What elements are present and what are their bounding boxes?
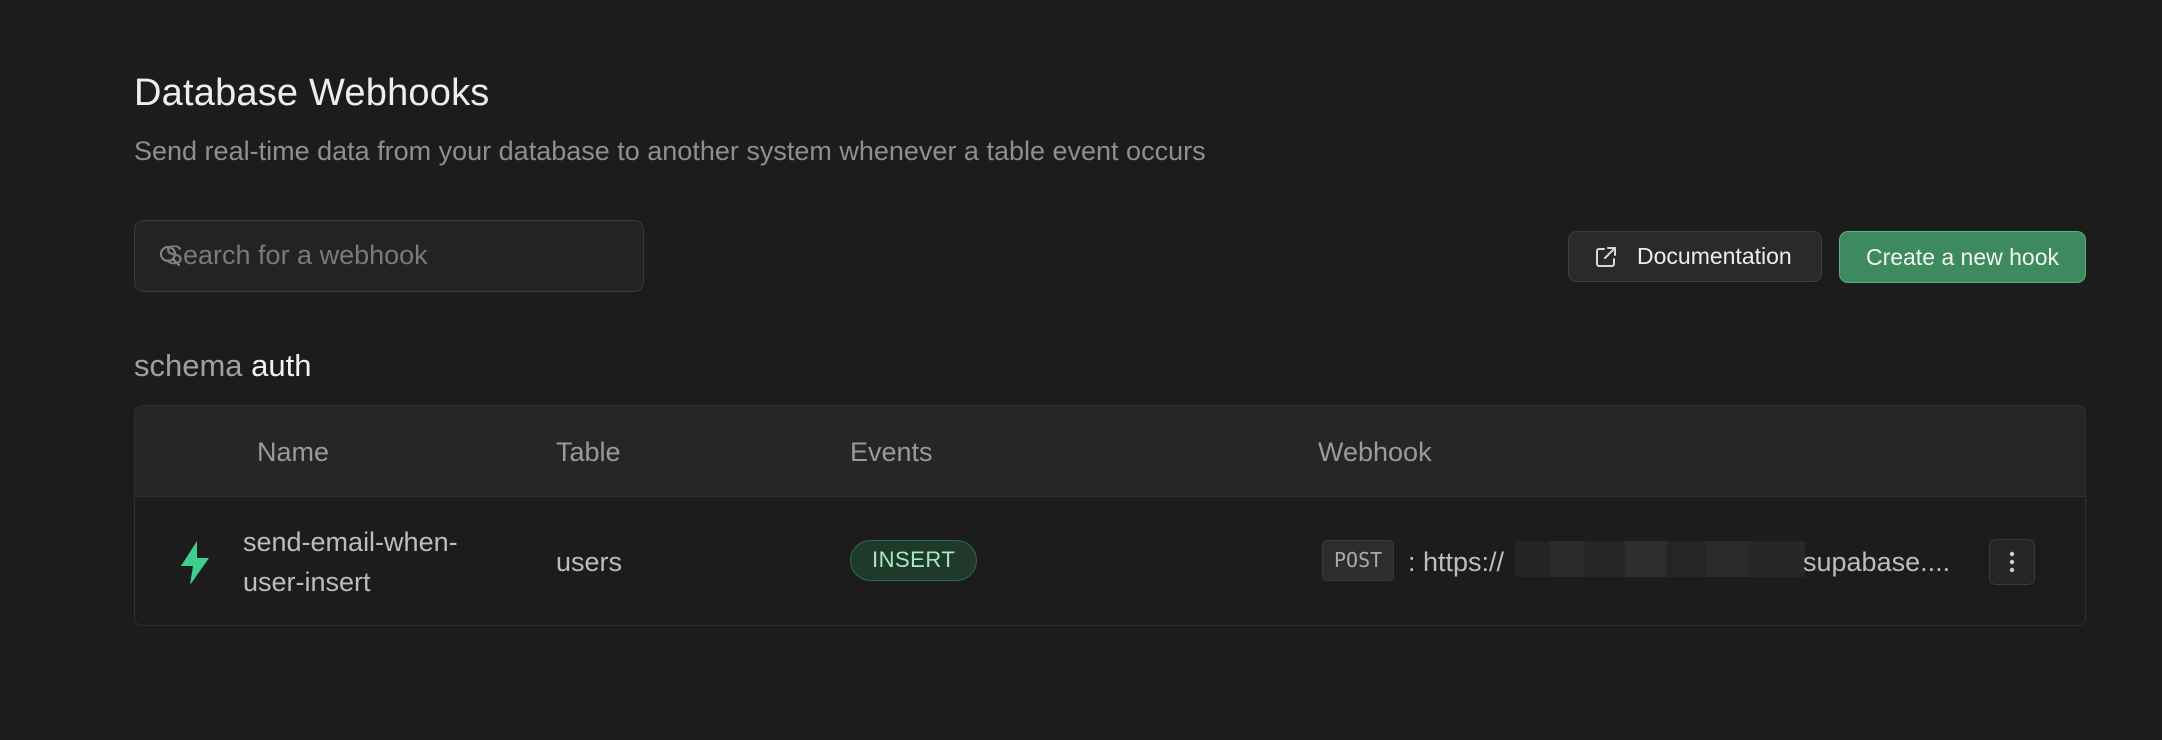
schema-name: auth	[251, 348, 312, 383]
create-hook-button[interactable]: Create a new hook	[1839, 231, 2086, 283]
column-header-webhook: Webhook	[1318, 437, 1432, 467]
search-input[interactable]	[165, 221, 625, 289]
bolt-icon	[181, 541, 209, 585]
column-header-events: Events	[850, 437, 933, 467]
webhook-name-line-1: send-email-when-	[243, 527, 458, 557]
table-header: Name Table Events Webhook	[135, 406, 2085, 497]
search-box[interactable]	[134, 220, 644, 292]
webhook-url-suffix: supabase....	[1803, 547, 1951, 577]
column-header-name: Name	[257, 437, 330, 467]
schema-heading: schema auth	[134, 348, 312, 384]
webhooks-table: Name Table Events Webhook send-email-whe…	[134, 405, 2086, 626]
webhooks-page: Database Webhooks Send real-time data fr…	[0, 0, 2162, 740]
redacted-url-segment	[1515, 541, 1805, 577]
webhook-name-line-2: user-insert	[243, 567, 371, 597]
webhook-name: send-email-when- user-insert	[243, 522, 503, 602]
column-header-table: Table	[556, 437, 621, 467]
schema-prefix: schema	[134, 348, 243, 383]
create-hook-label: Create a new hook	[1865, 243, 2060, 270]
page-subtitle: Send real-time data from your database t…	[134, 136, 1206, 166]
table-row[interactable]: send-email-when- user-insert users INSER…	[135, 497, 2085, 625]
http-method-badge: POST	[1322, 540, 1395, 581]
webhook-url-prefix: : https://	[1408, 547, 1505, 577]
event-badge: INSERT	[850, 540, 978, 581]
documentation-label: Documentation	[1637, 243, 1792, 269]
page-title: Database Webhooks	[134, 72, 490, 114]
documentation-button[interactable]: Documentation	[1568, 231, 1822, 282]
row-actions-button[interactable]	[1989, 539, 2035, 585]
webhook-table: users	[556, 547, 623, 577]
more-vertical-icon	[2009, 551, 2015, 573]
external-link-icon	[1593, 244, 1619, 270]
